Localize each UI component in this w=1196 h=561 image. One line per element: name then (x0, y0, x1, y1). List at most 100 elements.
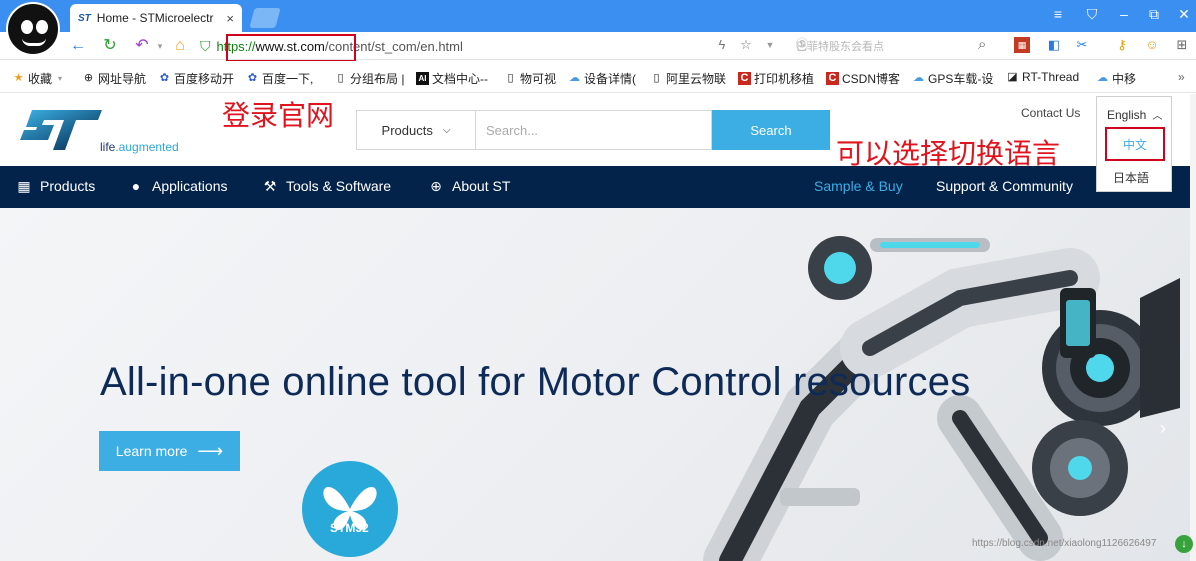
browser-tab-active[interactable]: ST Home - STMicroelectr × (70, 4, 242, 32)
nav-about-st[interactable]: ⊕ About ST (428, 178, 510, 194)
bookmark-label: RT-Thread (1022, 70, 1080, 84)
language-current-label: English (1107, 108, 1147, 122)
menu-icon[interactable]: ≡ (1048, 6, 1068, 22)
nav-applications[interactable]: ● Applications (128, 178, 228, 194)
chevron-down-icon: ⌵ (442, 124, 451, 136)
learn-more-label: Learn more (115, 443, 188, 459)
apps-icon[interactable]: ⊞ (1174, 37, 1190, 53)
tab-close-icon[interactable]: × (226, 11, 234, 26)
tagline-suffix: .augmented (115, 140, 179, 154)
refresh-icon[interactable]: ↻ (100, 36, 120, 56)
bookmark-overflow-button[interactable]: » (1178, 70, 1185, 84)
close-window-icon[interactable]: ✕ (1174, 6, 1194, 23)
nav-products[interactable]: ▦ Products (16, 178, 95, 194)
bookmark-label: 文档中心-- (432, 72, 488, 86)
browser-titlebar: ST Home - STMicroelectr × ≡ ⛉ – ⧉ ✕ (0, 0, 1196, 32)
st-logo-icon[interactable] (18, 108, 104, 152)
bookmark-label: 收藏 (28, 72, 53, 86)
nav-label: Products (40, 178, 96, 194)
bookmark-bar: ★ 收藏 ▾ ⊕ 网址导航 ✿ 百度移动开 ✿ 百度一下, ▯ 分组布局 | AI 文档中心-… (0, 61, 1196, 93)
page-scrollbar[interactable] (1190, 94, 1196, 561)
star-icon: ★ (13, 72, 24, 84)
contact-us-link[interactable]: Contact Us (1021, 106, 1080, 120)
globe-icon: ⊕ (430, 178, 442, 194)
bookmark-item[interactable]: C CSDN博客 (826, 70, 900, 87)
bookmark-label: 分组布局 | (350, 72, 405, 86)
search-hint[interactable]: 巴菲特股东会看点 (796, 38, 884, 54)
skin-icon[interactable]: ⛉ (1082, 6, 1102, 23)
scissors-icon[interactable]: ✂ (1074, 37, 1090, 53)
undo-dropdown-icon[interactable]: ▾ (150, 36, 170, 56)
nav-tools-software[interactable]: ⚒ Tools & Software (262, 178, 391, 194)
products-dropdown-label: Products (381, 122, 433, 138)
chevron-up-icon: ︿ (1152, 111, 1163, 122)
bookmark-label: 打印机移植 (754, 72, 815, 86)
undo-icon[interactable]: ↶ (132, 36, 152, 56)
watermark-text: https://blog.csdn.net/xiaolong1126626497 (972, 538, 1157, 549)
home-icon[interactable]: ⌂ (170, 36, 190, 56)
bookmark-label: CSDN博客 (842, 72, 901, 86)
csdn-icon: C (738, 72, 751, 85)
language-option-ja[interactable]: 日本語 (1113, 169, 1149, 186)
search-input[interactable]: Search... (476, 110, 712, 150)
bookmark-item[interactable]: ☁ GPS车载-设 (912, 70, 993, 87)
cloud-icon: ☁ (913, 72, 924, 84)
ai-icon: AI (416, 72, 429, 85)
bookmark-label: 阿里云物联 (666, 72, 727, 86)
bookmark-item[interactable]: ☁ 中移 (1096, 70, 1136, 87)
bookmark-item[interactable]: ◪ RT-Thread (1006, 70, 1079, 84)
download-icon[interactable]: ↓ (1175, 535, 1193, 553)
globe-icon: ⊕ (83, 72, 94, 84)
screenshot-icon[interactable]: ▦ (1014, 37, 1030, 53)
learn-more-button[interactable]: Learn more ⟶ (99, 431, 240, 471)
nav-label: About ST (452, 178, 511, 194)
browser-window: ST Home - STMicroelectr × ≡ ⛉ – ⧉ ✕ ← ↻ … (0, 0, 1196, 561)
bookmark-item[interactable]: AI 文档中心-- (416, 70, 488, 87)
maximize-icon[interactable]: ⧉ (1144, 6, 1164, 23)
dropdown-icon[interactable]: ▼ (762, 37, 778, 53)
web-page: life.augmented 登录官网 Products ⌵ Search...… (0, 94, 1190, 561)
bookmark-item[interactable]: ✿ 百度一下, (246, 70, 313, 87)
favorite-star-icon[interactable]: ☆ (738, 37, 754, 53)
bookmark-item[interactable]: ★ 收藏 ▾ (12, 70, 62, 87)
site-tagline: life.augmented (100, 140, 179, 154)
search-button[interactable]: Search (712, 110, 830, 150)
hero-title: All-in-one online tool for Motor Control… (100, 360, 971, 404)
bookmark-item[interactable]: ▯ 分组布局 | (334, 70, 404, 87)
nav-label: Applications (152, 178, 228, 194)
bookmark-item[interactable]: ⊕ 网址导航 (82, 70, 146, 87)
grid-icon: ▦ (17, 178, 31, 194)
page-icon: ▯ (507, 72, 514, 84)
bookmark-label: 中移 (1112, 72, 1137, 86)
bookmark-item[interactable]: C 打印机移植 (738, 70, 814, 87)
key-icon[interactable]: ⚷ (1114, 37, 1130, 53)
language-menu: English ︿ 中文 日本語 (1096, 96, 1172, 192)
url-annotation-box (226, 34, 356, 62)
translate-icon[interactable]: ◧ (1046, 37, 1062, 53)
site-header: life.augmented 登录官网 Products ⌵ Search...… (0, 94, 1190, 192)
minimize-icon[interactable]: – (1114, 6, 1134, 22)
bookmark-label: 网址导航 (98, 72, 147, 86)
new-tab-button[interactable] (249, 8, 281, 28)
annotation-login: 登录官网 (222, 99, 335, 132)
bookmark-label: 物可视 (520, 72, 557, 86)
search-icon[interactable]: ⌕ (978, 36, 986, 53)
language-current[interactable]: English ︿ (1107, 107, 1162, 122)
bookmark-item[interactable]: ▯ 阿里云物联 (650, 70, 726, 87)
carousel-next-icon[interactable]: › (1160, 418, 1166, 439)
stm32-badge[interactable]: STM32 (302, 461, 398, 557)
nav-sample-buy[interactable]: Sample & Buy (814, 178, 903, 194)
language-option-zh[interactable]: 中文 (1105, 127, 1165, 161)
lightning-icon[interactable]: ϟ (714, 37, 730, 53)
bookmark-item[interactable]: ▯ 物可视 (504, 70, 556, 87)
back-icon[interactable]: ← (68, 36, 88, 56)
emoji-icon[interactable]: ☺ (1144, 37, 1160, 53)
user-avatar[interactable] (6, 2, 60, 56)
tagline-prefix: life (100, 140, 116, 154)
tab-title: Home - STMicroelectr (96, 11, 214, 25)
bookmark-item[interactable]: ☁ 设备详情( (568, 70, 636, 87)
nav-label: Tools & Software (286, 178, 392, 194)
bookmark-item[interactable]: ✿ 百度移动开 (158, 70, 234, 87)
products-dropdown[interactable]: Products ⌵ (356, 110, 476, 150)
nav-support-community[interactable]: Support & Community (936, 178, 1073, 194)
